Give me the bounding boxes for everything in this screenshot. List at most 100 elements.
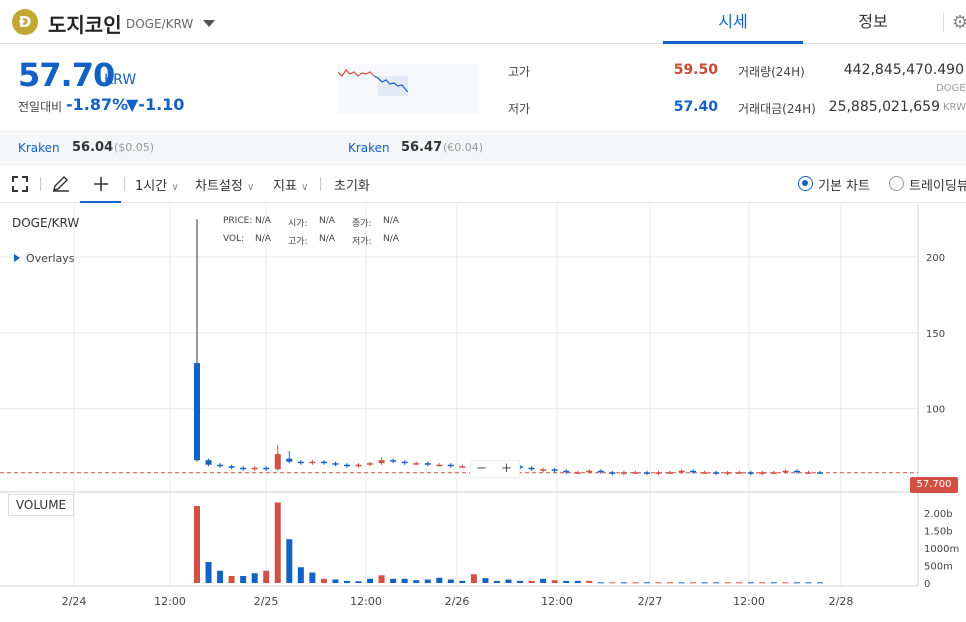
volume-bar (217, 570, 224, 583)
volume-axis-tick-label: 1000m (924, 544, 959, 555)
candle-body (586, 470, 593, 473)
exchange-name[interactable]: Kraken (18, 141, 60, 155)
candle-body (424, 463, 431, 465)
ohlc-vol-label: VOL: (223, 234, 245, 244)
basic-chart-radio[interactable] (798, 176, 813, 191)
time-axis-tick-label: 2/24 (62, 595, 87, 608)
reset-button[interactable]: 초기화 (334, 175, 370, 194)
candle-body (747, 472, 754, 474)
price-axis-tick-label: 100 (926, 405, 945, 416)
low-label: 저가 (508, 102, 531, 116)
ohlc-vol-value: N/A (255, 234, 271, 244)
chart-grid (0, 204, 919, 587)
sparkline-up-line (337, 69, 375, 77)
candle-body (770, 472, 777, 474)
ohlc-price-value: N/A (255, 216, 271, 226)
candle-body (805, 472, 812, 474)
chart-settings-label: 차트설정 (195, 179, 243, 194)
volume-24h-unit: DOGE (936, 83, 966, 94)
time-axis-tick-label: 12:00 (350, 595, 382, 608)
volume-24h-label: 거래량(24H) (738, 65, 805, 79)
volume-bar (505, 579, 512, 583)
candle-body (332, 463, 339, 465)
candle-body (701, 472, 708, 474)
volume-bar (320, 578, 327, 583)
ohlc-low-value: N/A (383, 234, 399, 244)
volume-bar (609, 582, 616, 584)
candlestick-chart[interactable]: 200 150 100 2/24 12:00 2/25 12:00 2/26 12:00 2/27… (0, 204, 966, 622)
candle-body (540, 469, 547, 471)
volume-bar (436, 577, 443, 583)
overlays-toggle[interactable]: Overlays (14, 252, 75, 265)
tradingview-radio[interactable] (889, 176, 904, 191)
exchange-name[interactable]: Kraken (348, 141, 390, 155)
crosshair-icon[interactable] (93, 176, 109, 192)
zoom-in-button[interactable]: + (501, 461, 512, 476)
indicators-menu[interactable]: 지표 ∨ (273, 175, 308, 194)
fullscreen-icon[interactable] (12, 176, 28, 192)
interval-select[interactable]: 1시간 ∨ (135, 175, 179, 194)
toolbar-divider (320, 177, 321, 191)
candle-body (228, 466, 235, 468)
exchange-price-converted: ($0.05) (114, 141, 155, 154)
tradingview-label[interactable]: 트레이딩뷰 (909, 175, 966, 194)
volume-bar (309, 572, 316, 583)
candle-body (574, 472, 581, 474)
coin-select-dropdown-icon[interactable] (203, 20, 215, 27)
tab-market[interactable]: 시세 (663, 0, 803, 44)
candle-body (343, 464, 350, 467)
basic-chart-label[interactable]: 기본 차트 (818, 175, 870, 194)
volume-bar (586, 580, 593, 583)
tab-divider (943, 12, 944, 32)
volume-24h-value: 442,845,470.490 (843, 62, 964, 78)
volume-bar (528, 580, 535, 583)
volume-bar (378, 575, 385, 583)
volume-bar (332, 579, 339, 583)
candle-body (378, 460, 385, 464)
ohlc-close-value: N/A (383, 216, 399, 226)
volume-bar (367, 578, 374, 583)
volume-bar (574, 580, 581, 583)
chevron-down-icon: ∨ (171, 182, 179, 193)
chart-settings-menu[interactable]: 차트설정 ∨ (195, 175, 254, 194)
volume-bar (286, 539, 293, 583)
volume-indicator-label[interactable]: VOLUME (8, 494, 74, 516)
time-axis-tick-label: 12:00 (154, 595, 186, 608)
tab-info[interactable]: 정보 (803, 0, 943, 44)
volume-bar (493, 580, 500, 583)
volume-bar (782, 582, 789, 584)
chart-toolbar: 1시간 ∨ 차트설정 ∨ 지표 ∨ 초기화 기본 차트 트레이딩뷰 (0, 165, 966, 203)
chevron-down-icon: ∨ (301, 182, 309, 193)
time-axis-tick-label: 2/27 (638, 595, 663, 608)
volume-bar (517, 580, 524, 583)
volume-bar (343, 580, 350, 583)
candle-body (413, 463, 420, 465)
gear-icon[interactable]: ⚙ (952, 12, 966, 33)
coin-header: Ð 도지코인 DOGE/KRW 시세 정보 ⚙ (0, 0, 966, 44)
price-axis-tick-label: 150 (926, 329, 945, 340)
zoom-out-button[interactable]: − (476, 461, 487, 476)
volume-bar (655, 582, 662, 584)
candle-body (632, 472, 639, 474)
volume-bar (690, 582, 697, 584)
interval-label: 1시간 (135, 179, 168, 194)
candle-body (205, 460, 212, 465)
pencil-icon[interactable] (52, 176, 70, 192)
candle-body (367, 463, 374, 465)
ohlc-high-label: 고가: (288, 237, 308, 247)
sparkline-chart (337, 64, 479, 114)
ohlc-low-label: 저가: (352, 237, 372, 247)
exchange-price: 56.04 (72, 140, 114, 155)
volume-bar (540, 578, 547, 583)
ohlc-high-value: N/A (319, 234, 335, 244)
chart-symbol: DOGE/KRW (12, 216, 80, 230)
candle-body (793, 470, 800, 473)
candle-body (297, 461, 304, 464)
price-chart-area[interactable]: 200 150 100 2/24 12:00 2/25 12:00 2/26 12:00 2/27… (0, 204, 966, 622)
volume-bar (643, 582, 650, 584)
change-amount: ▼-1.10 (126, 95, 185, 114)
volume-bar (770, 582, 777, 584)
volume-bar (551, 580, 558, 583)
candle-body (447, 464, 454, 467)
high-label: 고가 (508, 65, 531, 79)
